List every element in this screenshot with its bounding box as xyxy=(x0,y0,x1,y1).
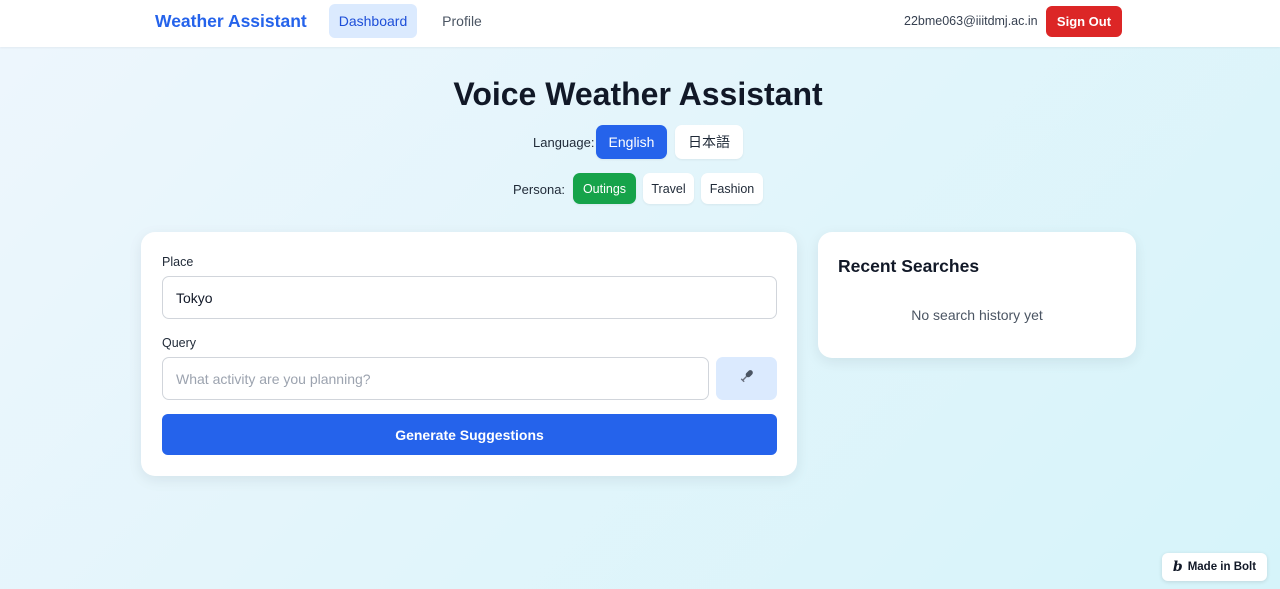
query-form-card: Place Query Generate Suggestions xyxy=(141,232,797,476)
recent-searches-card: Recent Searches No search history yet xyxy=(818,232,1136,358)
persona-label: Persona: xyxy=(513,182,566,197)
language-japanese-button[interactable]: 日本語 xyxy=(675,125,743,159)
user-email: 22bme063@iiitdmj.ac.in xyxy=(904,14,1038,28)
bolt-logo-icon: b xyxy=(1172,559,1183,575)
place-label: Place xyxy=(162,255,194,269)
brand-title[interactable]: Weather Assistant xyxy=(155,11,307,32)
microphone-icon xyxy=(739,368,755,389)
recent-searches-title: Recent Searches xyxy=(838,256,980,276)
made-in-bolt-badge[interactable]: b Made in Bolt xyxy=(1162,553,1267,581)
badge-label: Made in Bolt xyxy=(1187,561,1257,573)
language-label: Language: xyxy=(533,135,595,150)
persona-travel-button[interactable]: Travel xyxy=(643,173,694,204)
page-title: Voice Weather Assistant xyxy=(453,76,823,112)
persona-fashion-button[interactable]: Fashion xyxy=(701,173,763,204)
sign-out-button[interactable]: Sign Out xyxy=(1046,6,1122,37)
empty-history-text: No search history yet xyxy=(911,307,1043,323)
query-label: Query xyxy=(162,336,197,350)
microphone-button[interactable] xyxy=(716,357,777,400)
persona-outings-button[interactable]: Outings xyxy=(573,173,636,204)
generate-suggestions-button[interactable]: Generate Suggestions xyxy=(162,414,777,455)
query-input[interactable] xyxy=(162,357,709,400)
place-input[interactable] xyxy=(162,276,777,319)
top-navbar: Weather Assistant Dashboard Profile 22bm… xyxy=(0,0,1280,47)
nav-profile[interactable]: Profile xyxy=(434,4,490,38)
language-english-button[interactable]: English xyxy=(596,125,667,159)
nav-dashboard[interactable]: Dashboard xyxy=(329,4,417,38)
